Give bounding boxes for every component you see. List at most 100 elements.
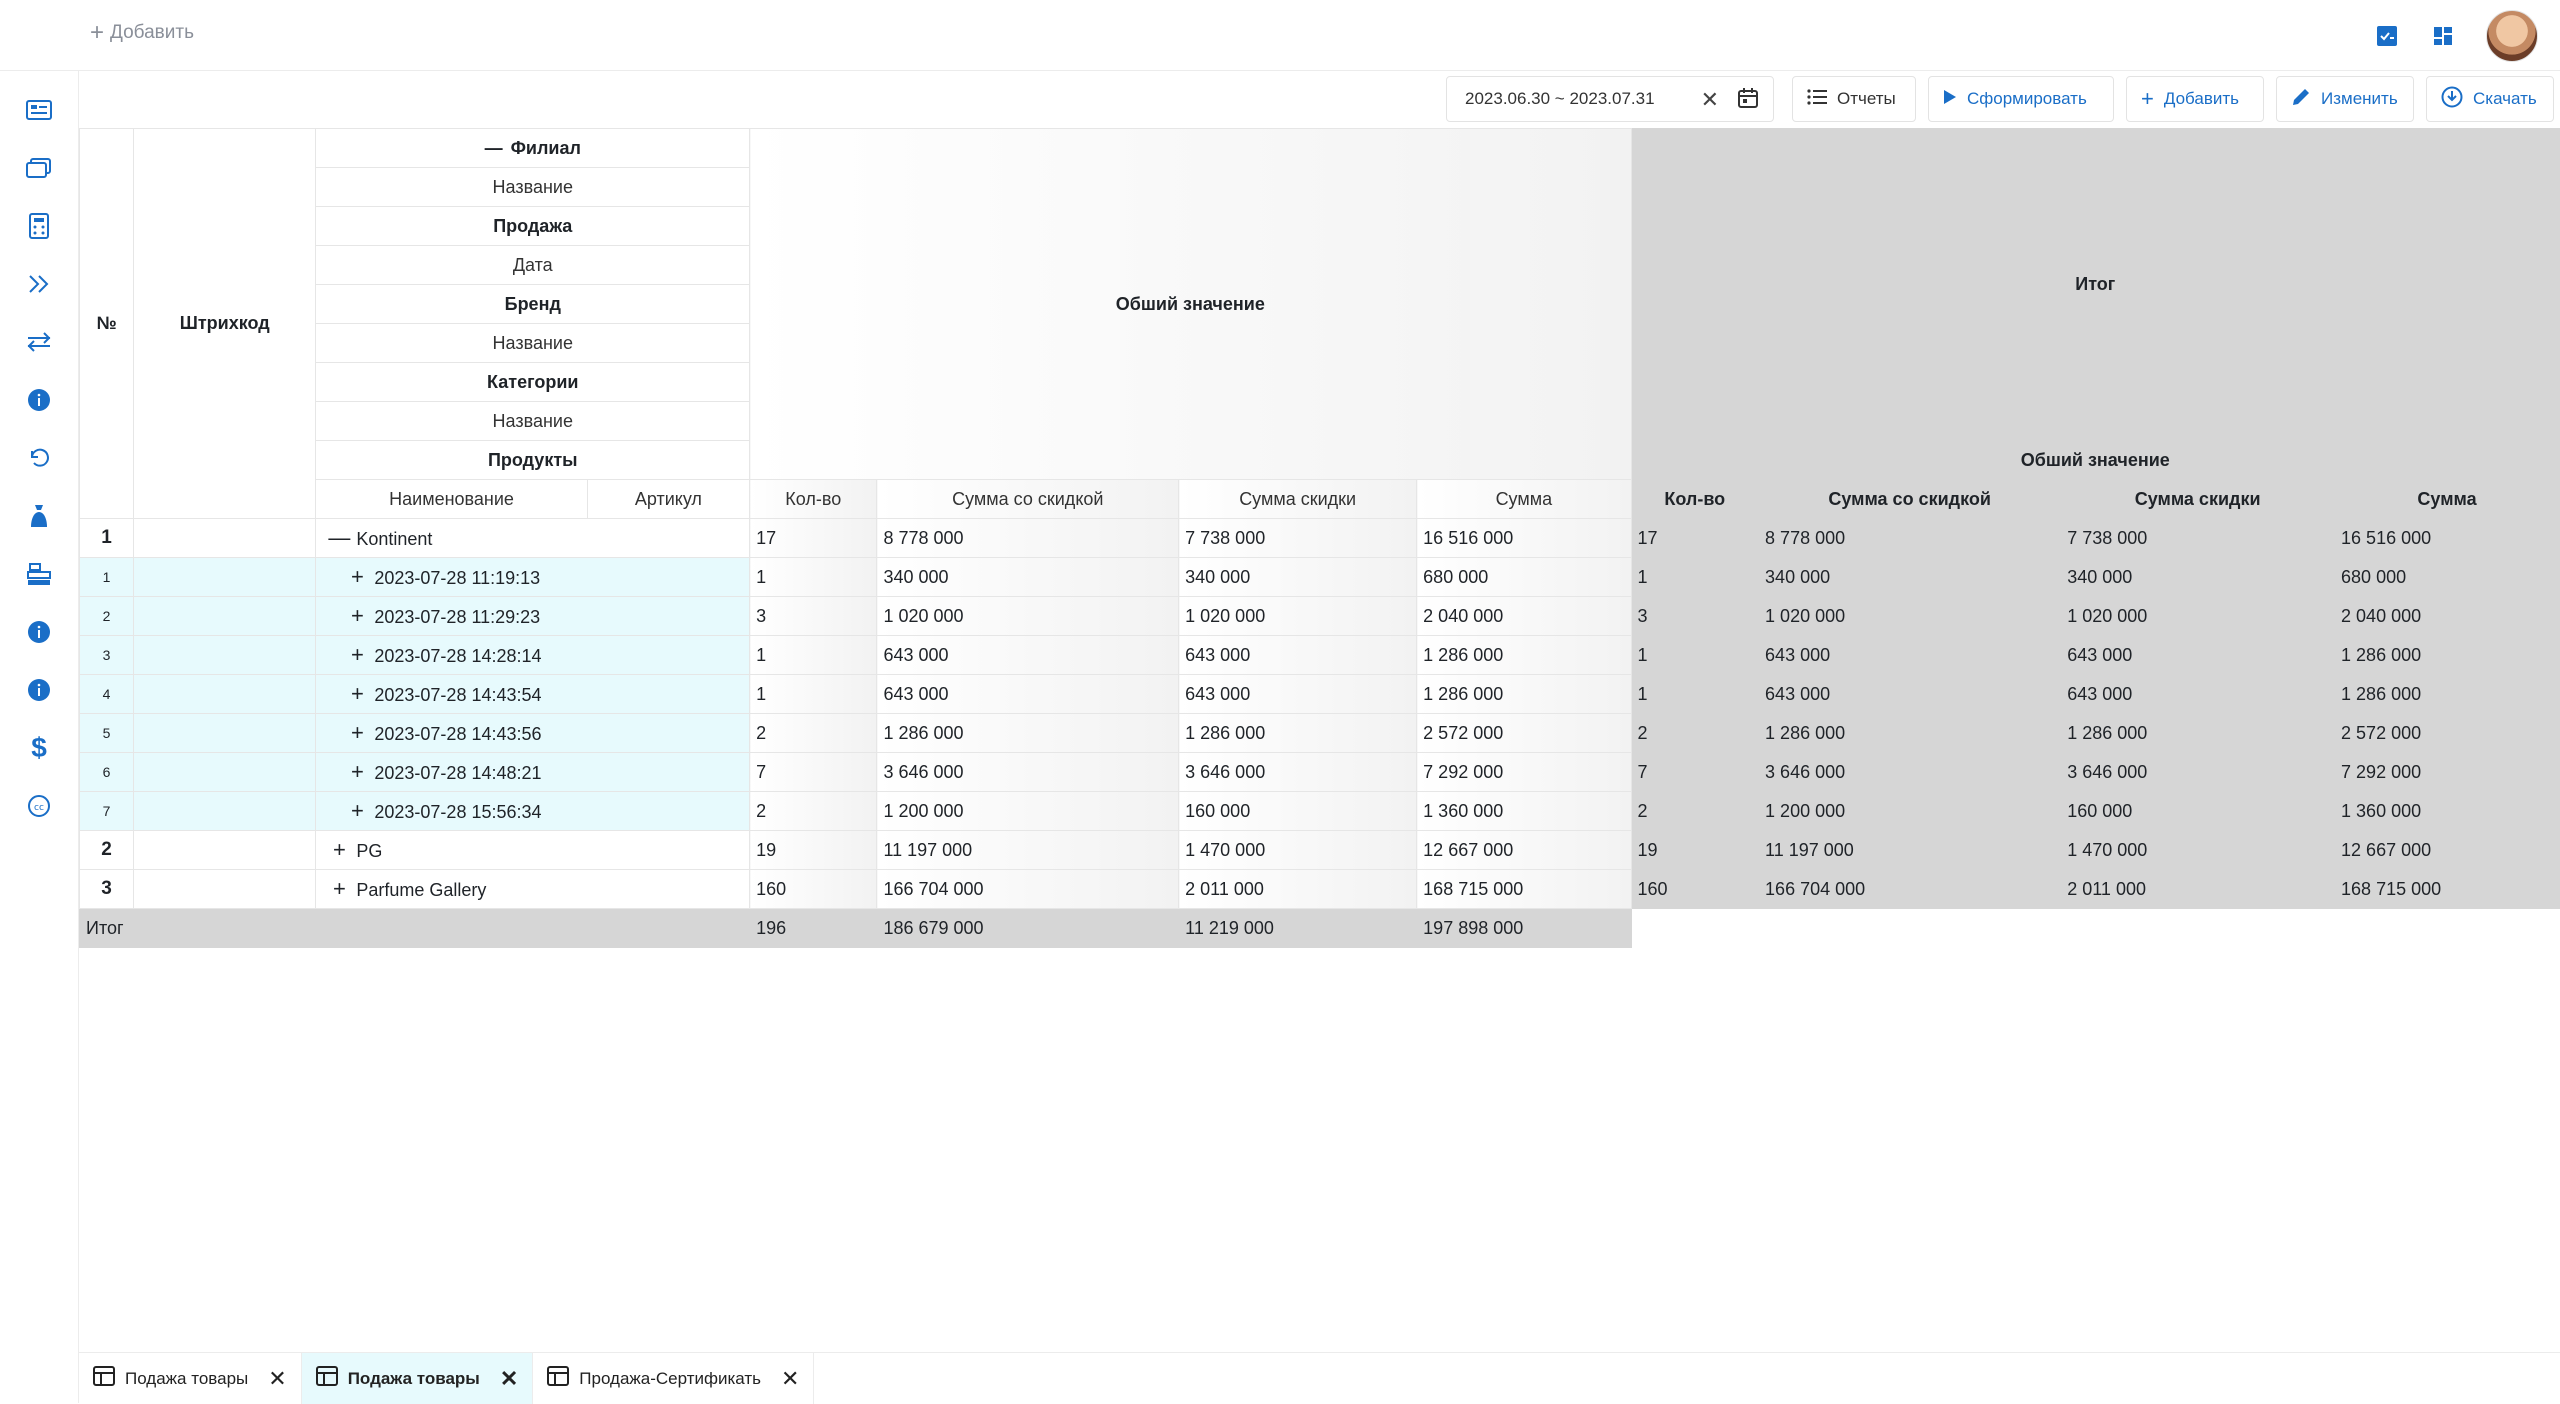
row-label-cell: +2023-07-28 14:43:56 <box>315 713 751 753</box>
collapse-icon[interactable]: — <box>485 138 503 158</box>
transfer-icon[interactable] <box>24 327 54 357</box>
calculator-icon[interactable] <box>24 211 54 241</box>
row-value: 17 <box>749 518 878 558</box>
close-icon[interactable]: ✕ <box>781 1366 799 1392</box>
tab[interactable]: Подажа товары ✕ <box>79 1353 302 1404</box>
expand-icon[interactable]: + <box>346 642 368 668</box>
tab[interactable]: Продажа-Сертификать ✕ <box>533 1353 815 1404</box>
row-value: 3 646 000 <box>1178 752 1418 792</box>
calendar-icon[interactable] <box>1737 87 1759 114</box>
collapse-icon[interactable]: — <box>328 525 350 551</box>
table-row[interactable]: 5 +2023-07-28 14:43:56 2 1 286 000 1 286 000… <box>78 713 2560 753</box>
metric-header: Сумма со скидкой <box>876 479 1180 519</box>
table-row[interactable]: 4 +2023-07-28 14:43:54 1 643 000 643 000 1 28… <box>78 674 2560 714</box>
col-barcode-header: Штрихкод <box>133 128 317 519</box>
row-value: 166 704 000 <box>876 869 1180 909</box>
tab[interactable]: Подажа товары ✕ <box>301 1353 534 1404</box>
cash-register-icon[interactable] <box>24 559 54 589</box>
double-chevron-right-icon[interactable] <box>24 269 54 299</box>
row-barcode <box>133 830 317 870</box>
dollar-icon[interactable]: $ <box>24 732 54 763</box>
row-total-value: 7 738 000 <box>2060 518 2336 558</box>
row-label-cell: — Kontinent <box>315 518 751 558</box>
row-total-value: 643 000 <box>1758 635 2062 675</box>
plus-icon: + <box>2141 86 2154 111</box>
close-icon[interactable]: ✕ <box>500 1366 518 1392</box>
row-total-value: 1 <box>1630 557 1760 597</box>
top-add-label: Добавить <box>110 22 194 43</box>
info-icon[interactable] <box>24 617 54 647</box>
table-row[interactable]: 2 + PG 19 11 197 000 1 470 000 12 667 000 19 11 … <box>78 830 2560 870</box>
row-total-value: 1 <box>1630 635 1760 675</box>
svg-text:cc: cc <box>34 803 44 813</box>
row-label-cell: + PG <box>315 830 751 870</box>
add-button[interactable]: + Добавить <box>2126 76 2264 122</box>
row-total-value: 17 <box>1630 518 1760 558</box>
bottom-tabs: Подажа товары ✕ Подажа товары ✕ Продажа-Серт… <box>79 1352 2560 1404</box>
row-label: 2023-07-28 14:48:21 <box>374 763 542 783</box>
expand-icon[interactable]: + <box>346 603 368 629</box>
row-label: Parfume Gallery <box>356 880 487 900</box>
undo-icon[interactable] <box>24 443 54 473</box>
row-total-value: 3 <box>1630 596 1760 636</box>
row-total-value: 340 000 <box>1758 557 2062 597</box>
empty-cell <box>1630 908 2560 948</box>
total-metric-header: Сумма со скидкой <box>1758 479 2062 519</box>
list-card-icon[interactable] <box>24 95 54 125</box>
table-row[interactable]: 3 +2023-07-28 14:28:14 1 643 000 643 000 1 28… <box>78 635 2560 675</box>
report-check-icon[interactable] <box>2374 23 2400 49</box>
date-range-picker[interactable]: 2023.06.30 ~ 2023.07.31 ✕ <box>1446 76 1774 122</box>
row-label-cell: +2023-07-28 11:29:23 <box>315 596 751 636</box>
row-value: 3 646 000 <box>876 752 1180 792</box>
user-avatar[interactable] <box>2486 10 2538 62</box>
info-icon[interactable] <box>24 675 54 705</box>
table-row[interactable]: 1— Kontinent 17 8 778 000 7 738 000 16 516 00… <box>78 518 2560 558</box>
grand-total-value: 11 219 000 <box>1178 908 1418 948</box>
tab-label: Подажа товары <box>347 1368 480 1388</box>
edit-button[interactable]: Изменить <box>2276 76 2414 122</box>
row-total-value: 1 286 000 <box>2060 713 2336 753</box>
row-barcode <box>133 557 317 597</box>
expand-icon[interactable]: + <box>346 564 368 590</box>
close-icon[interactable]: ✕ <box>268 1366 286 1392</box>
clear-date-icon[interactable]: ✕ <box>1701 87 1719 113</box>
pivot-report-table: № Штрихкод — Филиал Обший значение Итог Н… <box>78 128 2560 948</box>
row-total-value: 340 000 <box>2060 557 2336 597</box>
info-icon[interactable] <box>24 385 54 415</box>
expand-icon[interactable]: + <box>346 759 368 785</box>
expand-icon[interactable]: + <box>328 876 350 902</box>
table-row[interactable]: 2 +2023-07-28 11:29:23 3 1 020 000 1 020 000… <box>78 596 2560 636</box>
row-total-value: 16 516 000 <box>2334 518 2560 558</box>
dashboard-grid-icon[interactable] <box>2430 23 2456 49</box>
row-label: 2023-07-28 11:19:13 <box>374 568 541 588</box>
row-total-value: 1 020 000 <box>1758 596 2062 636</box>
row-value: 340 000 <box>876 557 1180 597</box>
reports-button[interactable]: Отчеты <box>1792 76 1916 122</box>
field-brand: Бренд <box>315 284 751 324</box>
field-sale-date: Дата <box>315 245 751 285</box>
table-row[interactable]: 7 +2023-07-28 15:56:34 2 1 200 000 160 000 1 … <box>78 791 2560 831</box>
table-row[interactable]: 3 + Parfume Gallery 160 166 704 000 2 011 000… <box>78 869 2560 909</box>
total-metric-header: Сумма скидки <box>2060 479 2336 519</box>
download-button[interactable]: Скачать <box>2426 76 2554 122</box>
report-tab-icon <box>315 1366 338 1391</box>
expand-icon[interactable]: + <box>346 798 368 824</box>
top-add-button[interactable]: + Добавить <box>90 19 194 46</box>
table-row[interactable]: 6 +2023-07-28 14:48:21 7 3 646 000 3 646 000… <box>78 752 2560 792</box>
gallery-icon[interactable] <box>24 153 54 183</box>
grand-total-value: 196 <box>749 908 878 948</box>
expand-icon[interactable]: + <box>346 681 368 707</box>
row-number: 7 <box>78 791 135 831</box>
generate-button[interactable]: Сформировать <box>1928 76 2114 122</box>
expand-icon[interactable]: + <box>328 837 350 863</box>
row-total-value: 1 <box>1630 674 1760 714</box>
expand-icon[interactable]: + <box>346 720 368 746</box>
copyright-icon[interactable]: cc <box>24 791 54 821</box>
plus-icon: + <box>90 19 105 46</box>
table-row[interactable]: 1 +2023-07-28 11:19:13 1 340 000 340 000 680 … <box>78 557 2560 597</box>
field-branch[interactable]: — Филиал <box>315 128 751 168</box>
download-label: Скачать <box>2473 89 2537 108</box>
row-barcode <box>133 869 317 909</box>
money-bag-icon[interactable] <box>24 501 54 531</box>
row-label-cell: +2023-07-28 11:19:13 <box>315 557 751 597</box>
